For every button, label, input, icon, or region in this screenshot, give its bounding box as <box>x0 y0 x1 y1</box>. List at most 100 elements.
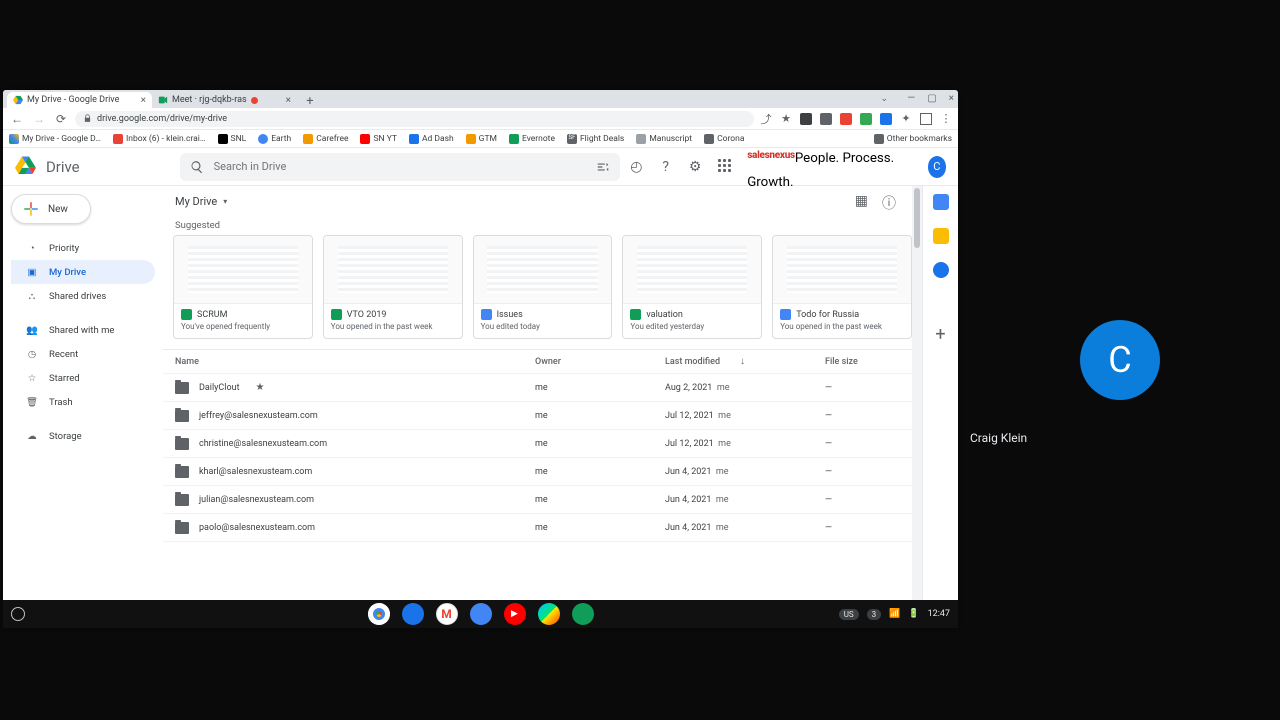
chrome-app-icon[interactable] <box>368 603 390 625</box>
search-input[interactable] <box>214 160 586 173</box>
window-close-icon[interactable]: × <box>949 93 954 104</box>
tab-meet[interactable]: Meet · rjg-dqkb-ras × <box>152 92 297 108</box>
youtube-app-icon[interactable]: ▶ <box>504 603 526 625</box>
col-name[interactable]: Name <box>175 357 535 367</box>
nav-shared-drives[interactable]: ⛬Shared drives <box>11 284 155 308</box>
table-row[interactable]: jeffrey@salesnexusteam.commeJul 12, 2021… <box>163 402 922 430</box>
new-tab-button[interactable]: + <box>303 94 317 108</box>
extension-icon[interactable] <box>860 113 872 125</box>
nav-shared-with-me[interactable]: 👥Shared with me <box>11 318 155 342</box>
table-row[interactable]: paolo@salesnexusteam.commeJun 4, 2021 me… <box>163 514 922 542</box>
suggested-card[interactable]: Todo for RussiaYou opened in the past we… <box>772 235 912 339</box>
file-modified: Jul 12, 2021 me <box>665 411 825 421</box>
keep-icon[interactable] <box>933 228 949 244</box>
bookmark-item[interactable]: Manuscript <box>636 134 692 144</box>
tab-drive[interactable]: My Drive - Google Drive × <box>7 92 152 108</box>
nav-storage[interactable]: ☁Storage <box>11 424 155 448</box>
suggested-card[interactable]: IssuesYou edited today <box>473 235 613 339</box>
suggested-title: VTO 2019 <box>347 310 387 320</box>
extension-icon[interactable] <box>800 113 812 125</box>
nav-forward-button[interactable]: → <box>31 111 47 127</box>
settings-gear-icon[interactable]: ⚙ <box>688 159 701 175</box>
search-box[interactable] <box>180 153 620 181</box>
col-modified[interactable]: Last modified↓ <box>665 356 825 367</box>
nav-trash[interactable]: 🗑Trash <box>11 390 155 414</box>
chevron-down-icon[interactable]: ▾ <box>223 197 227 206</box>
close-icon[interactable]: × <box>141 95 146 106</box>
scroll-thumb[interactable] <box>914 188 920 248</box>
file-owner: me <box>535 383 665 393</box>
shelf-status-area[interactable]: US 3 📶 🔋 12:47 <box>839 609 950 620</box>
table-row[interactable]: christine@salesnexusteam.commeJul 12, 20… <box>163 430 922 458</box>
google-apps-icon[interactable] <box>718 159 731 175</box>
play-store-app-icon[interactable] <box>538 603 560 625</box>
table-row[interactable]: DailyClout★meAug 2, 2021 me— <box>163 374 922 402</box>
bookmark-item[interactable]: SN YT <box>360 134 396 144</box>
close-icon[interactable]: × <box>286 95 291 106</box>
addons-plus-icon[interactable]: + <box>935 324 945 345</box>
col-size[interactable]: File size <box>825 357 905 367</box>
file-size: — <box>825 467 905 477</box>
offline-ready-icon[interactable]: ◴ <box>630 159 643 175</box>
calendar-icon[interactable] <box>933 194 949 210</box>
nav-back-button[interactable]: ← <box>9 111 25 127</box>
bookmark-item[interactable]: Carefree <box>303 134 348 144</box>
new-button[interactable]: New <box>11 194 91 224</box>
bookmark-item[interactable]: Ad Dash <box>409 134 454 144</box>
bookmark-item[interactable]: Corona <box>704 134 744 144</box>
details-pane-icon[interactable]: ⓘ <box>882 193 896 213</box>
gmail-app-icon[interactable]: M <box>436 603 458 625</box>
extension-icon[interactable] <box>820 113 832 125</box>
bookmark-item[interactable]: Inbox (6) - klein.crai… <box>113 134 206 144</box>
nav-recent[interactable]: ◷Recent <box>11 342 155 366</box>
omnibox[interactable]: drive.google.com/drive/my-drive <box>75 111 754 127</box>
star-icon[interactable]: ★ <box>256 382 265 393</box>
bookmark-star-icon[interactable]: ★ <box>780 113 792 125</box>
bookmark-item[interactable]: GTM <box>466 134 497 144</box>
extensions-puzzle-icon[interactable]: ✦ <box>900 113 912 125</box>
search-options-icon[interactable] <box>596 160 610 174</box>
suggested-card[interactable]: VTO 2019You opened in the past week <box>323 235 463 339</box>
nav-reload-button[interactable]: ⟳ <box>53 111 69 127</box>
suggested-card[interactable]: valuationYou edited yesterday <box>622 235 762 339</box>
nav-my-drive[interactable]: ▣My Drive <box>11 260 155 284</box>
window-minimize-icon[interactable]: — <box>907 93 915 104</box>
scrollbar[interactable] <box>912 186 922 628</box>
sheets-app-icon[interactable] <box>572 603 594 625</box>
file-modified: Aug 2, 2021 me <box>665 383 825 393</box>
extension-icon[interactable] <box>840 113 852 125</box>
nav-priority[interactable]: ◔Priority <box>11 236 155 260</box>
suggested-thumbnail <box>773 236 911 304</box>
bookmark-item[interactable]: SNL <box>218 134 247 144</box>
col-owner[interactable]: Owner <box>535 357 665 367</box>
recording-icon <box>251 97 258 104</box>
suggested-heading: Suggested <box>163 216 922 235</box>
help-icon[interactable]: ? <box>659 159 672 175</box>
suggested-title: SCRUM <box>197 310 227 320</box>
suggested-card[interactable]: SCRUM You've opened frequently <box>173 235 313 339</box>
table-row[interactable]: julian@salesnexusteam.commeJun 4, 2021 m… <box>163 486 922 514</box>
breadcrumb[interactable]: My Drive ▾ ▦ ⓘ <box>163 186 922 216</box>
table-row[interactable]: kharl@salesnexusteam.commeJun 4, 2021 me… <box>163 458 922 486</box>
files-app-icon[interactable] <box>402 603 424 625</box>
bookmark-item[interactable]: SFFlight Deals <box>567 134 624 144</box>
account-avatar[interactable]: C <box>928 156 946 178</box>
launcher-button[interactable] <box>11 607 25 621</box>
nav-starred[interactable]: ☆Starred <box>11 366 155 390</box>
docs-app-icon[interactable] <box>470 603 492 625</box>
trash-icon: 🗑 <box>25 395 39 409</box>
suggested-subtitle: You've opened frequently <box>181 322 305 331</box>
tasks-icon[interactable] <box>933 262 949 278</box>
share-icon[interactable]: ⤴ <box>760 113 772 125</box>
other-bookmarks[interactable]: Other bookmarks <box>874 134 952 144</box>
chrome-menu-icon[interactable]: ⋮ <box>940 113 952 125</box>
extension-icon[interactable] <box>880 113 892 125</box>
bookmark-item[interactable]: Earth <box>258 134 291 144</box>
grid-view-icon[interactable]: ▦ <box>855 193 868 213</box>
tab-search-icon[interactable]: ⌄ <box>880 94 888 104</box>
drive-logo-icon[interactable] <box>15 155 36 179</box>
window-restore-icon[interactable]: ▢ <box>927 93 936 104</box>
bookmark-item[interactable]: My Drive - Google D… <box>9 134 101 144</box>
bookmark-item[interactable]: Evernote <box>509 134 555 144</box>
side-panel-icon[interactable] <box>920 113 932 125</box>
